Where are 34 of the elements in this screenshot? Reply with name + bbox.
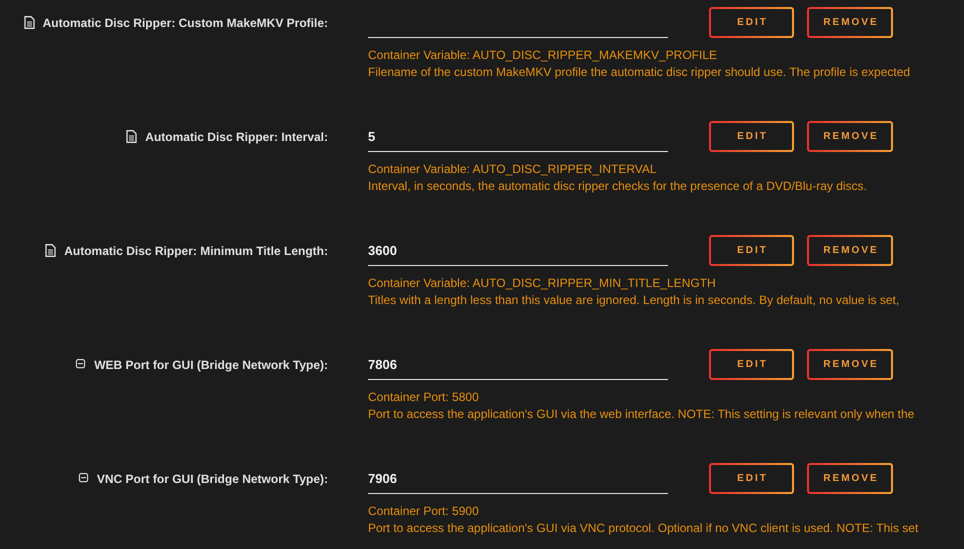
minus-square-icon [78,473,89,484]
setting-label: Automatic Disc Ripper: Interval: [145,130,328,144]
remove-button[interactable]: REMOVE [807,349,893,380]
container-variable-text: Container Port: 5900 [368,503,479,520]
setting-label: WEB Port for GUI (Bridge Network Type): [94,358,328,372]
setting-label: Automatic Disc Ripper: Custom MakeMKV Profile: [42,16,328,30]
setting-label: Automatic Disc Ripper: Minimum Title Length: [64,244,328,258]
description-text: Titles with a length less than this value are ignored. Length is in seconds. By default, no value is set, [368,292,900,309]
setting-label: VNC Port for GUI (Bridge Network Type): [96,472,328,486]
edit-button[interactable]: EDIT [709,121,794,152]
container-variable-text: Container Variable: AUTO_DISC_RIPPER_INTERVAL [368,161,657,178]
edit-button[interactable]: EDIT [709,7,794,38]
container-variable-text: Container Variable: AUTO_DISC_RIPPER_MIN_TITLE_LENGTH [368,275,716,292]
remove-button[interactable]: REMOVE [807,7,893,38]
edit-button[interactable]: EDIT [709,235,794,266]
description-text: Interval, in seconds, the automatic disc ripper checks for the presence of a DVD/Blu-ray discs. [368,178,867,195]
edit-button[interactable]: EDIT [709,463,794,494]
document-icon [45,244,56,257]
input-field[interactable]: 5 [368,122,668,152]
remove-button[interactable]: REMOVE [807,463,893,494]
document-icon [24,16,35,29]
edit-button[interactable]: EDIT [709,349,794,380]
container-variable-text: Container Variable: AUTO_DISC_RIPPER_MAKEMKV_PROFILE [368,47,718,64]
input-field[interactable]: 7906 [368,464,668,494]
description-text: Port to access the application's GUI via VNC protocol. Optional if no VNC client is used. NOTE: This set [368,520,918,537]
remove-button[interactable]: REMOVE [807,235,893,266]
description-text: Filename of the custom MakeMKV profile the automatic disc ripper should use. The profile is expected [368,64,910,81]
input-field[interactable]: 3600 [368,236,668,266]
minus-square-icon [75,359,86,370]
container-variable-text: Container Port: 5800 [368,389,479,406]
document-icon [126,130,138,143]
description-text: Port to access the application's GUI via the web interface. NOTE: This setting is relevant only when the [368,406,914,423]
remove-button[interactable]: REMOVE [807,121,893,152]
input-field[interactable]: 7806 [368,350,668,380]
